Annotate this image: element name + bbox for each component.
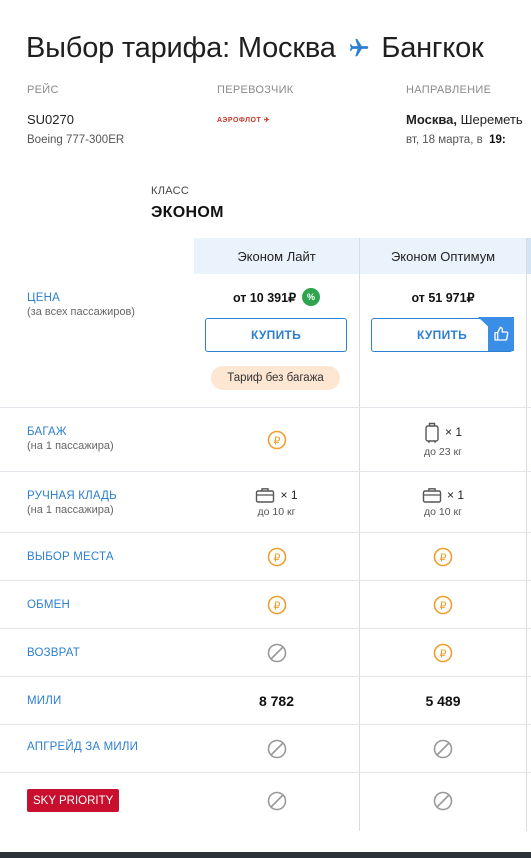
carrier-label: ПЕРЕВОЗЧИК <box>217 84 294 96</box>
ruble-coin-icon: ₽ <box>433 643 453 662</box>
ruble-coin-icon: ₽ <box>267 547 286 566</box>
flight-info: РЕЙС SU0270 Boeing 777-300ER <box>27 84 124 146</box>
miles-lite: 8 782 <box>258 692 295 709</box>
column-header-lite: Эконом Лайт <box>194 238 359 274</box>
aircraft-type: Boeing 777-300ER <box>27 134 125 146</box>
direction-airport: Москва, Шереметь <box>406 112 523 127</box>
plane-icon <box>346 33 372 64</box>
row-seat-selection: ВЫБОР МЕСТА <box>27 551 114 563</box>
carrier-info: ПЕРЕВОЗЧИК АЭРОФЛОТ ✈ <box>217 84 294 124</box>
no-baggage-chip: Тариф без багажа <box>211 366 340 390</box>
svg-text:₽: ₽ <box>273 551 280 564</box>
aeroflot-logo: АЭРОФЛОТ ✈ <box>217 117 271 124</box>
bottom-bar <box>0 852 531 858</box>
hand-luggage-icon <box>256 487 275 503</box>
row-upgrade: АПГРЕЙД ЗА МИЛИ <box>27 741 139 753</box>
not-available-icon <box>267 643 286 662</box>
row-price: ЦЕНА (за всех пассажиров) <box>27 292 135 318</box>
class-value: ЭКОНОМ <box>151 204 224 221</box>
svg-text:₽: ₽ <box>273 434 280 447</box>
not-available-icon <box>267 739 286 758</box>
sky-priority-lite <box>194 773 359 829</box>
direction-datetime: вт, 18 марта, в 19: <box>406 134 506 146</box>
not-available-icon <box>267 791 286 811</box>
direction-info: НАПРАВЛЕНИЕ Москва, Шереметь вт, 18 март… <box>406 84 531 146</box>
buy-button-lite[interactable]: КУПИТЬ <box>205 318 347 352</box>
row-exchange: ОБМЕН <box>27 599 71 611</box>
miles-optimum: 5 489 <box>425 692 461 709</box>
not-available-icon <box>433 791 453 811</box>
flight-label: РЕЙС <box>27 84 59 96</box>
exchange-lite: ₽ <box>194 581 359 628</box>
hand-luggage-icon <box>422 487 442 503</box>
sky-priority-optimum <box>360 773 526 829</box>
refund-optimum: ₽ <box>360 629 526 676</box>
svg-text:₽: ₽ <box>440 551 447 564</box>
page-title: Выбор тарифа: Москва Бангкок <box>26 32 484 65</box>
seat-lite: ₽ <box>194 533 359 580</box>
upgrade-optimum <box>360 725 526 772</box>
ruble-coin-icon: ₽ <box>267 595 286 614</box>
sky-priority-badge: SKY PRIORITY <box>27 789 120 812</box>
class-label: КЛАСС <box>151 185 190 197</box>
svg-text:₽: ₽ <box>440 647 447 660</box>
suitcase-icon <box>425 422 439 443</box>
upgrade-lite <box>194 725 359 772</box>
title-origin: Выбор тарифа: Москва <box>26 32 336 64</box>
baggage-lite: ₽ <box>194 408 359 471</box>
flight-number: SU0270 <box>27 112 74 127</box>
refund-lite <box>194 629 359 676</box>
row-miles: МИЛИ <box>27 695 62 707</box>
buy-button-optimum-wrap: КУПИТЬ <box>371 317 514 352</box>
recommended-corner <box>478 317 514 351</box>
title-destination: Бангкок <box>381 32 484 64</box>
ruble-coin-icon: ₽ <box>267 430 286 449</box>
direction-label: НАПРАВЛЕНИЕ <box>406 84 492 96</box>
hand-luggage-lite: × 1 до 10 кг <box>194 472 359 532</box>
row-hand-luggage: РУЧНАЯ КЛАДЬ (на 1 пассажира) <box>27 490 117 516</box>
row-baggage: БАГАЖ (на 1 пассажира) <box>27 426 114 452</box>
svg-text:₽: ₽ <box>273 599 280 612</box>
column-divider <box>526 238 527 831</box>
svg-text:₽: ₽ <box>440 599 447 612</box>
price-lite: от 10 391₽% <box>194 286 359 308</box>
exchange-optimum: ₽ <box>360 581 526 628</box>
ruble-coin-icon: ₽ <box>433 547 453 566</box>
ruble-coin-icon: ₽ <box>433 595 453 614</box>
thumbs-up-icon <box>494 326 509 341</box>
seat-optimum: ₽ <box>360 533 526 580</box>
hand-luggage-optimum: × 1 до 10 кг <box>360 472 526 532</box>
baggage-optimum: × 1 до 23 кг <box>360 408 526 471</box>
discount-badge[interactable]: % <box>302 288 321 306</box>
price-optimum: от 51 971₽ <box>411 290 475 305</box>
column-header-optimum: Эконом Оптимум <box>360 238 526 274</box>
not-available-icon <box>433 739 453 758</box>
row-refund: ВОЗВРАТ <box>27 647 80 659</box>
